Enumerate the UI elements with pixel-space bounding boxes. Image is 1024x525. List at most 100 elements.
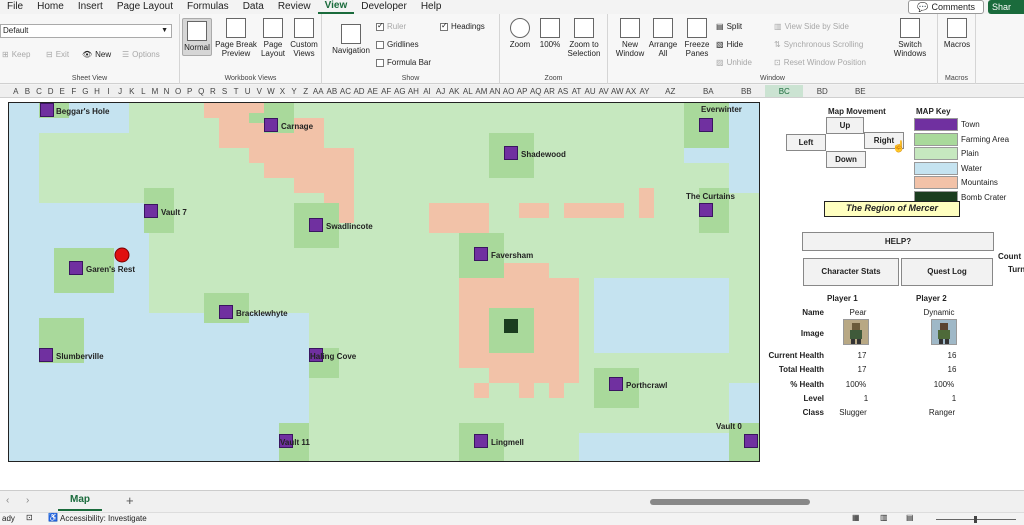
zoom-slider[interactable] xyxy=(936,516,1016,523)
menu-review[interactable]: Review xyxy=(271,0,318,14)
column-header[interactable]: S xyxy=(219,85,231,97)
reset-window-position-button[interactable]: ⊡ Reset Window Position xyxy=(774,58,866,67)
column-header[interactable]: B xyxy=(22,85,34,97)
menu-page-layout[interactable]: Page Layout xyxy=(110,0,180,14)
keep-button[interactable]: ⊞ Keep xyxy=(2,50,30,59)
normal-view-button[interactable]: Normal xyxy=(182,18,212,56)
column-header[interactable]: F xyxy=(68,85,80,97)
column-header[interactable]: AY xyxy=(638,85,652,97)
column-header[interactable]: D xyxy=(45,85,57,97)
exit-button[interactable]: ⊟ Exit xyxy=(46,50,69,59)
column-header[interactable]: AJ xyxy=(434,85,448,97)
column-header[interactable]: AB xyxy=(325,85,339,97)
column-header[interactable]: AZ xyxy=(651,85,689,97)
zoom-button[interactable]: Zoom xyxy=(506,18,534,49)
column-header[interactable]: AH xyxy=(407,85,421,97)
tab-map[interactable]: Map xyxy=(58,491,102,511)
column-header[interactable]: M xyxy=(149,85,161,97)
column-header[interactable]: BE xyxy=(841,85,879,97)
column-header[interactable]: Z xyxy=(300,85,312,97)
synchronous-scrolling-button[interactable]: ⇅ Synchronous Scrolling xyxy=(774,40,863,49)
page-layout-button[interactable]: Page Layout xyxy=(258,18,288,58)
unhide-button[interactable]: ▨ Unhide xyxy=(716,58,752,67)
menu-data[interactable]: Data xyxy=(236,0,271,14)
column-header[interactable]: Y xyxy=(288,85,300,97)
menu-formulas[interactable]: Formulas xyxy=(180,0,236,14)
column-header[interactable]: E xyxy=(56,85,68,97)
column-header[interactable]: A xyxy=(10,85,22,97)
column-header[interactable]: AP xyxy=(515,85,529,97)
column-header[interactable]: AX xyxy=(624,85,638,97)
navigation-button[interactable]: Navigation xyxy=(330,24,372,55)
options-button[interactable]: ☰ Options xyxy=(122,50,160,59)
help-button[interactable]: HELP? xyxy=(802,232,994,251)
column-header[interactable]: BC xyxy=(765,85,804,97)
zoom-slider-thumb[interactable] xyxy=(974,516,977,523)
menu-developer[interactable]: Developer xyxy=(354,0,414,14)
column-header[interactable]: BD xyxy=(803,85,841,97)
column-header[interactable]: G xyxy=(80,85,92,97)
menu-file[interactable]: File xyxy=(0,0,30,14)
macro-record-icon[interactable]: ⊡ xyxy=(26,513,33,522)
view-side-by-side-button[interactable]: ▥ View Side by Side xyxy=(774,22,849,31)
tab-next-icon[interactable]: › xyxy=(26,495,29,506)
column-header[interactable]: K xyxy=(126,85,138,97)
macros-button[interactable]: Macros xyxy=(941,18,973,49)
column-header[interactable]: AN xyxy=(488,85,502,97)
custom-views-button[interactable]: Custom Views xyxy=(288,18,320,58)
move-left-button[interactable]: Left xyxy=(786,134,826,151)
column-header[interactable]: AC xyxy=(339,85,353,97)
column-header[interactable]: AS xyxy=(556,85,570,97)
column-header[interactable]: BB xyxy=(727,85,765,97)
split-button[interactable]: ▤ Split xyxy=(716,22,742,31)
column-header[interactable]: AI xyxy=(420,85,434,97)
column-header[interactable]: AU xyxy=(583,85,597,97)
column-header[interactable]: R xyxy=(207,85,219,97)
column-header[interactable]: W xyxy=(265,85,277,97)
column-header[interactable]: AE xyxy=(366,85,380,97)
menu-view[interactable]: View xyxy=(317,0,355,14)
horizontal-scrollbar[interactable] xyxy=(640,499,1024,505)
column-header[interactable]: AQ xyxy=(529,85,543,97)
column-header[interactable]: AD xyxy=(352,85,366,97)
sheet-view-dropdown[interactable]: Default ▼ xyxy=(0,24,172,38)
move-up-button[interactable]: Up xyxy=(826,117,864,134)
menu-insert[interactable]: Insert xyxy=(71,0,110,14)
normal-view-status-icon[interactable]: ▦ xyxy=(852,513,860,522)
column-header[interactable]: I xyxy=(103,85,115,97)
formula-bar-checkbox[interactable]: Formula Bar xyxy=(376,58,431,67)
column-header[interactable]: C xyxy=(33,85,45,97)
switch-windows-button[interactable]: Switch Windows xyxy=(888,18,932,58)
column-header[interactable]: O xyxy=(172,85,184,97)
new-sheet-view-button[interactable]: 👁 New xyxy=(82,50,111,59)
column-header[interactable]: BA xyxy=(689,85,727,97)
new-window-button[interactable]: New Window xyxy=(614,18,646,58)
column-header[interactable]: J xyxy=(114,85,126,97)
column-header[interactable]: AW xyxy=(611,85,625,97)
column-header[interactable]: P xyxy=(184,85,196,97)
column-header[interactable]: V xyxy=(253,85,265,97)
menu-home[interactable]: Home xyxy=(30,0,71,14)
headings-checkbox[interactable]: Headings xyxy=(440,21,485,31)
column-header[interactable]: U xyxy=(242,85,254,97)
add-sheet-button[interactable]: + xyxy=(126,493,134,508)
accessibility-status[interactable]: Accessibility: Investigate xyxy=(60,514,147,523)
share-button[interactable]: Shar xyxy=(988,0,1024,14)
scrollbar-thumb[interactable] xyxy=(650,499,810,505)
comments-button[interactable]: 💬 Comments xyxy=(908,0,984,14)
page-break-status-icon[interactable]: ▤ xyxy=(906,513,914,522)
column-header[interactable]: AT xyxy=(570,85,584,97)
page-break-preview-button[interactable]: Page Break Preview xyxy=(214,18,258,58)
worksheet[interactable]: Beggar's Hole Carnage Everwinter Shadewood T… xyxy=(0,98,1024,490)
column-header[interactable]: AV xyxy=(597,85,611,97)
freeze-panes-button[interactable]: Freeze Panes xyxy=(680,18,714,58)
column-header[interactable]: AO xyxy=(502,85,516,97)
column-header[interactable]: L xyxy=(138,85,150,97)
column-header[interactable]: AF xyxy=(379,85,393,97)
column-header[interactable]: Q xyxy=(196,85,208,97)
column-header[interactable]: N xyxy=(161,85,173,97)
column-header[interactable]: AK xyxy=(447,85,461,97)
character-stats-button[interactable]: Character Stats xyxy=(803,258,899,286)
select-all-corner[interactable] xyxy=(0,85,10,97)
column-header[interactable]: AM xyxy=(475,85,489,97)
